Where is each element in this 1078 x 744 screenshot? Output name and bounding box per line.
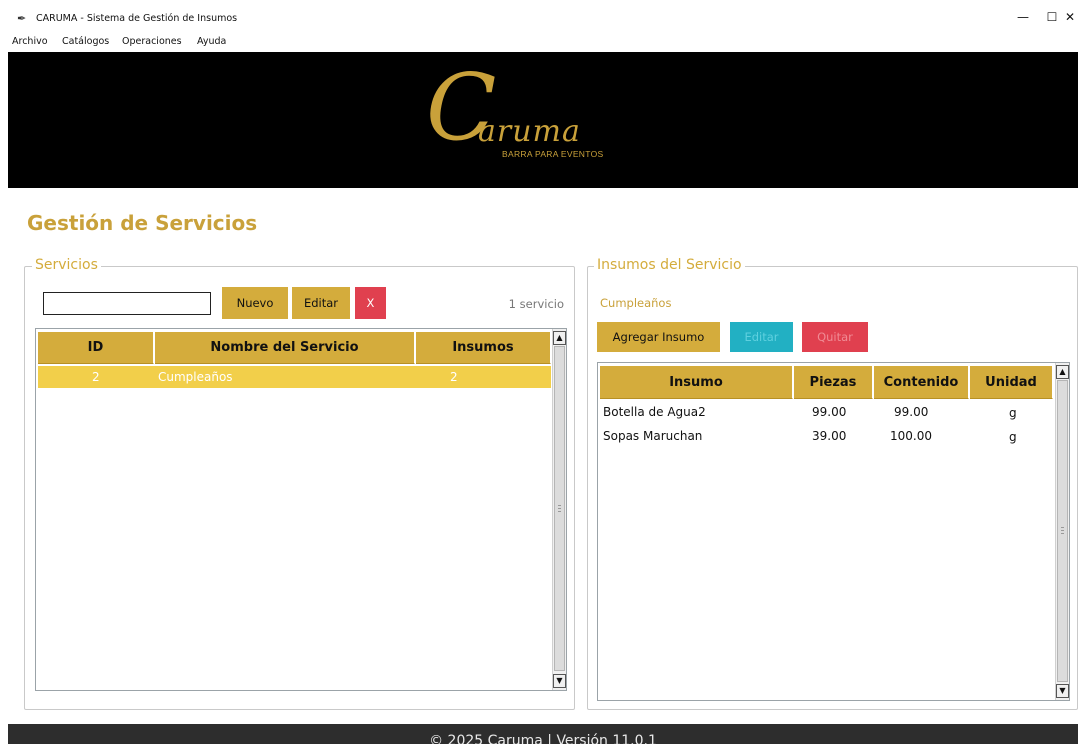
menu-bar: Archivo Catálogos Operaciones Ayuda: [8, 33, 1078, 51]
remove-insumo-button[interactable]: Quitar: [802, 322, 868, 352]
column-header-insumos[interactable]: Insumos: [416, 332, 551, 364]
scroll-up-arrow-icon[interactable]: ▲: [553, 331, 566, 345]
insumos-table: Insumo Piezas Contenido Unidad Botella d…: [597, 362, 1070, 701]
column-header-piezas[interactable]: Piezas: [794, 366, 873, 399]
cell-unidad: g: [1009, 430, 1017, 444]
close-window-button[interactable]: ✕: [1065, 10, 1078, 24]
insumos-scrollbar[interactable]: ▲ ▼: [1055, 363, 1069, 700]
cell-insumo: Botella de Agua2: [603, 405, 706, 419]
table-row[interactable]: Sopas Maruchan 39.00 100.00 g: [600, 426, 1053, 448]
brand-banner: C aruma BARRA PARA EVENTOS: [8, 52, 1078, 188]
maximize-button[interactable]: ☐: [1038, 10, 1066, 24]
edit-insumo-button[interactable]: Editar: [730, 322, 793, 352]
insumos-group-label: Insumos del Servicio: [594, 257, 745, 273]
cell-name: Cumpleaños: [158, 370, 233, 384]
services-scrollbar[interactable]: ▲ ▼: [552, 329, 566, 690]
scroll-up-arrow-icon[interactable]: ▲: [1056, 365, 1069, 379]
servicios-group-label: Servicios: [32, 257, 101, 273]
cell-insumo: Sopas Maruchan: [603, 429, 703, 443]
table-row[interactable]: 2 Cumpleaños 2: [38, 366, 551, 388]
cell-unidad: g: [1009, 406, 1017, 420]
cell-id: 2: [92, 370, 100, 384]
page-title: Gestión de Servicios: [27, 211, 258, 235]
column-header-id[interactable]: ID: [38, 332, 154, 364]
footer-text: © 2025 Caruma | Versión 11.0.1: [429, 733, 657, 744]
logo-wordmark: aruma: [478, 114, 581, 149]
scroll-down-arrow-icon[interactable]: ▼: [1056, 684, 1069, 698]
service-count: 1 servicio: [508, 297, 564, 311]
minimize-button[interactable]: —: [1009, 10, 1037, 24]
scroll-thumb[interactable]: [1057, 380, 1068, 682]
column-header-nombre[interactable]: Nombre del Servicio: [155, 332, 415, 364]
menu-archivo[interactable]: Archivo: [12, 36, 48, 47]
column-header-insumo[interactable]: Insumo: [600, 366, 793, 399]
logo-tagline: BARRA PARA EVENTOS: [502, 149, 604, 159]
new-service-button[interactable]: Nuevo: [222, 287, 288, 319]
title-bar: ✒ CARUMA - Sistema de Gestión de Insumos…: [8, 8, 1078, 32]
cell-insumos: 2: [450, 370, 458, 384]
menu-catalogos[interactable]: Catálogos: [62, 36, 109, 47]
cell-piezas: 39.00: [812, 429, 847, 443]
cell-contenido: 100.00: [890, 429, 932, 443]
menu-ayuda[interactable]: Ayuda: [197, 36, 226, 47]
services-table: ID Nombre del Servicio Insumos 2 Cumplea…: [35, 328, 567, 691]
feather-icon: ✒: [17, 12, 27, 25]
menu-operaciones[interactable]: Operaciones: [122, 36, 182, 47]
cell-contenido: 99.00: [894, 405, 929, 419]
table-row[interactable]: Botella de Agua2 99.00 99.00 g: [600, 402, 1053, 424]
cell-piezas: 99.00: [812, 405, 847, 419]
selected-service-label: Cumpleaños: [600, 296, 672, 310]
column-header-contenido[interactable]: Contenido: [874, 366, 969, 399]
footer: © 2025 Caruma | Versión 11.0.1: [8, 724, 1078, 744]
column-header-unidad[interactable]: Unidad: [970, 366, 1053, 399]
scroll-down-arrow-icon[interactable]: ▼: [553, 674, 566, 688]
delete-service-button[interactable]: X: [355, 287, 386, 319]
add-insumo-button[interactable]: Agregar Insumo: [597, 322, 720, 352]
scroll-thumb[interactable]: [554, 346, 565, 671]
window-title: CARUMA - Sistema de Gestión de Insumos: [36, 13, 238, 24]
search-input[interactable]: [43, 292, 211, 315]
edit-service-button[interactable]: Editar: [292, 287, 350, 319]
